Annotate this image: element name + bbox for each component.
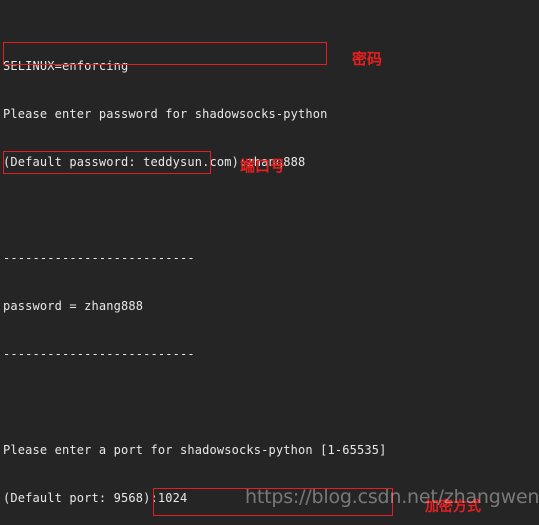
- line-password-prompt: Please enter password for shadowsocks-py…: [3, 107, 328, 121]
- watermark-url: https://blog.csdn.net/zhangwenhaojf40it: [245, 486, 539, 508]
- terminal-output: SELINUX=enforcing Please enter password …: [3, 10, 386, 525]
- terminal-screen: SELINUX=enforcing Please enter password …: [0, 0, 539, 525]
- line-port-prompt: Please enter a port for shadowsocks-pyth…: [3, 443, 387, 457]
- line-divider-1: --------------------------: [3, 251, 195, 265]
- annotation-port: 端口号: [240, 157, 286, 175]
- line-password-default-input[interactable]: (Default password: teddysun.com):zhang88…: [3, 154, 386, 170]
- line-divider-2: --------------------------: [3, 347, 195, 361]
- annotation-password: 密码: [352, 50, 383, 68]
- line-selinux: SELINUX=enforcing: [3, 59, 129, 73]
- line-password-result: password = zhang888: [3, 299, 144, 313]
